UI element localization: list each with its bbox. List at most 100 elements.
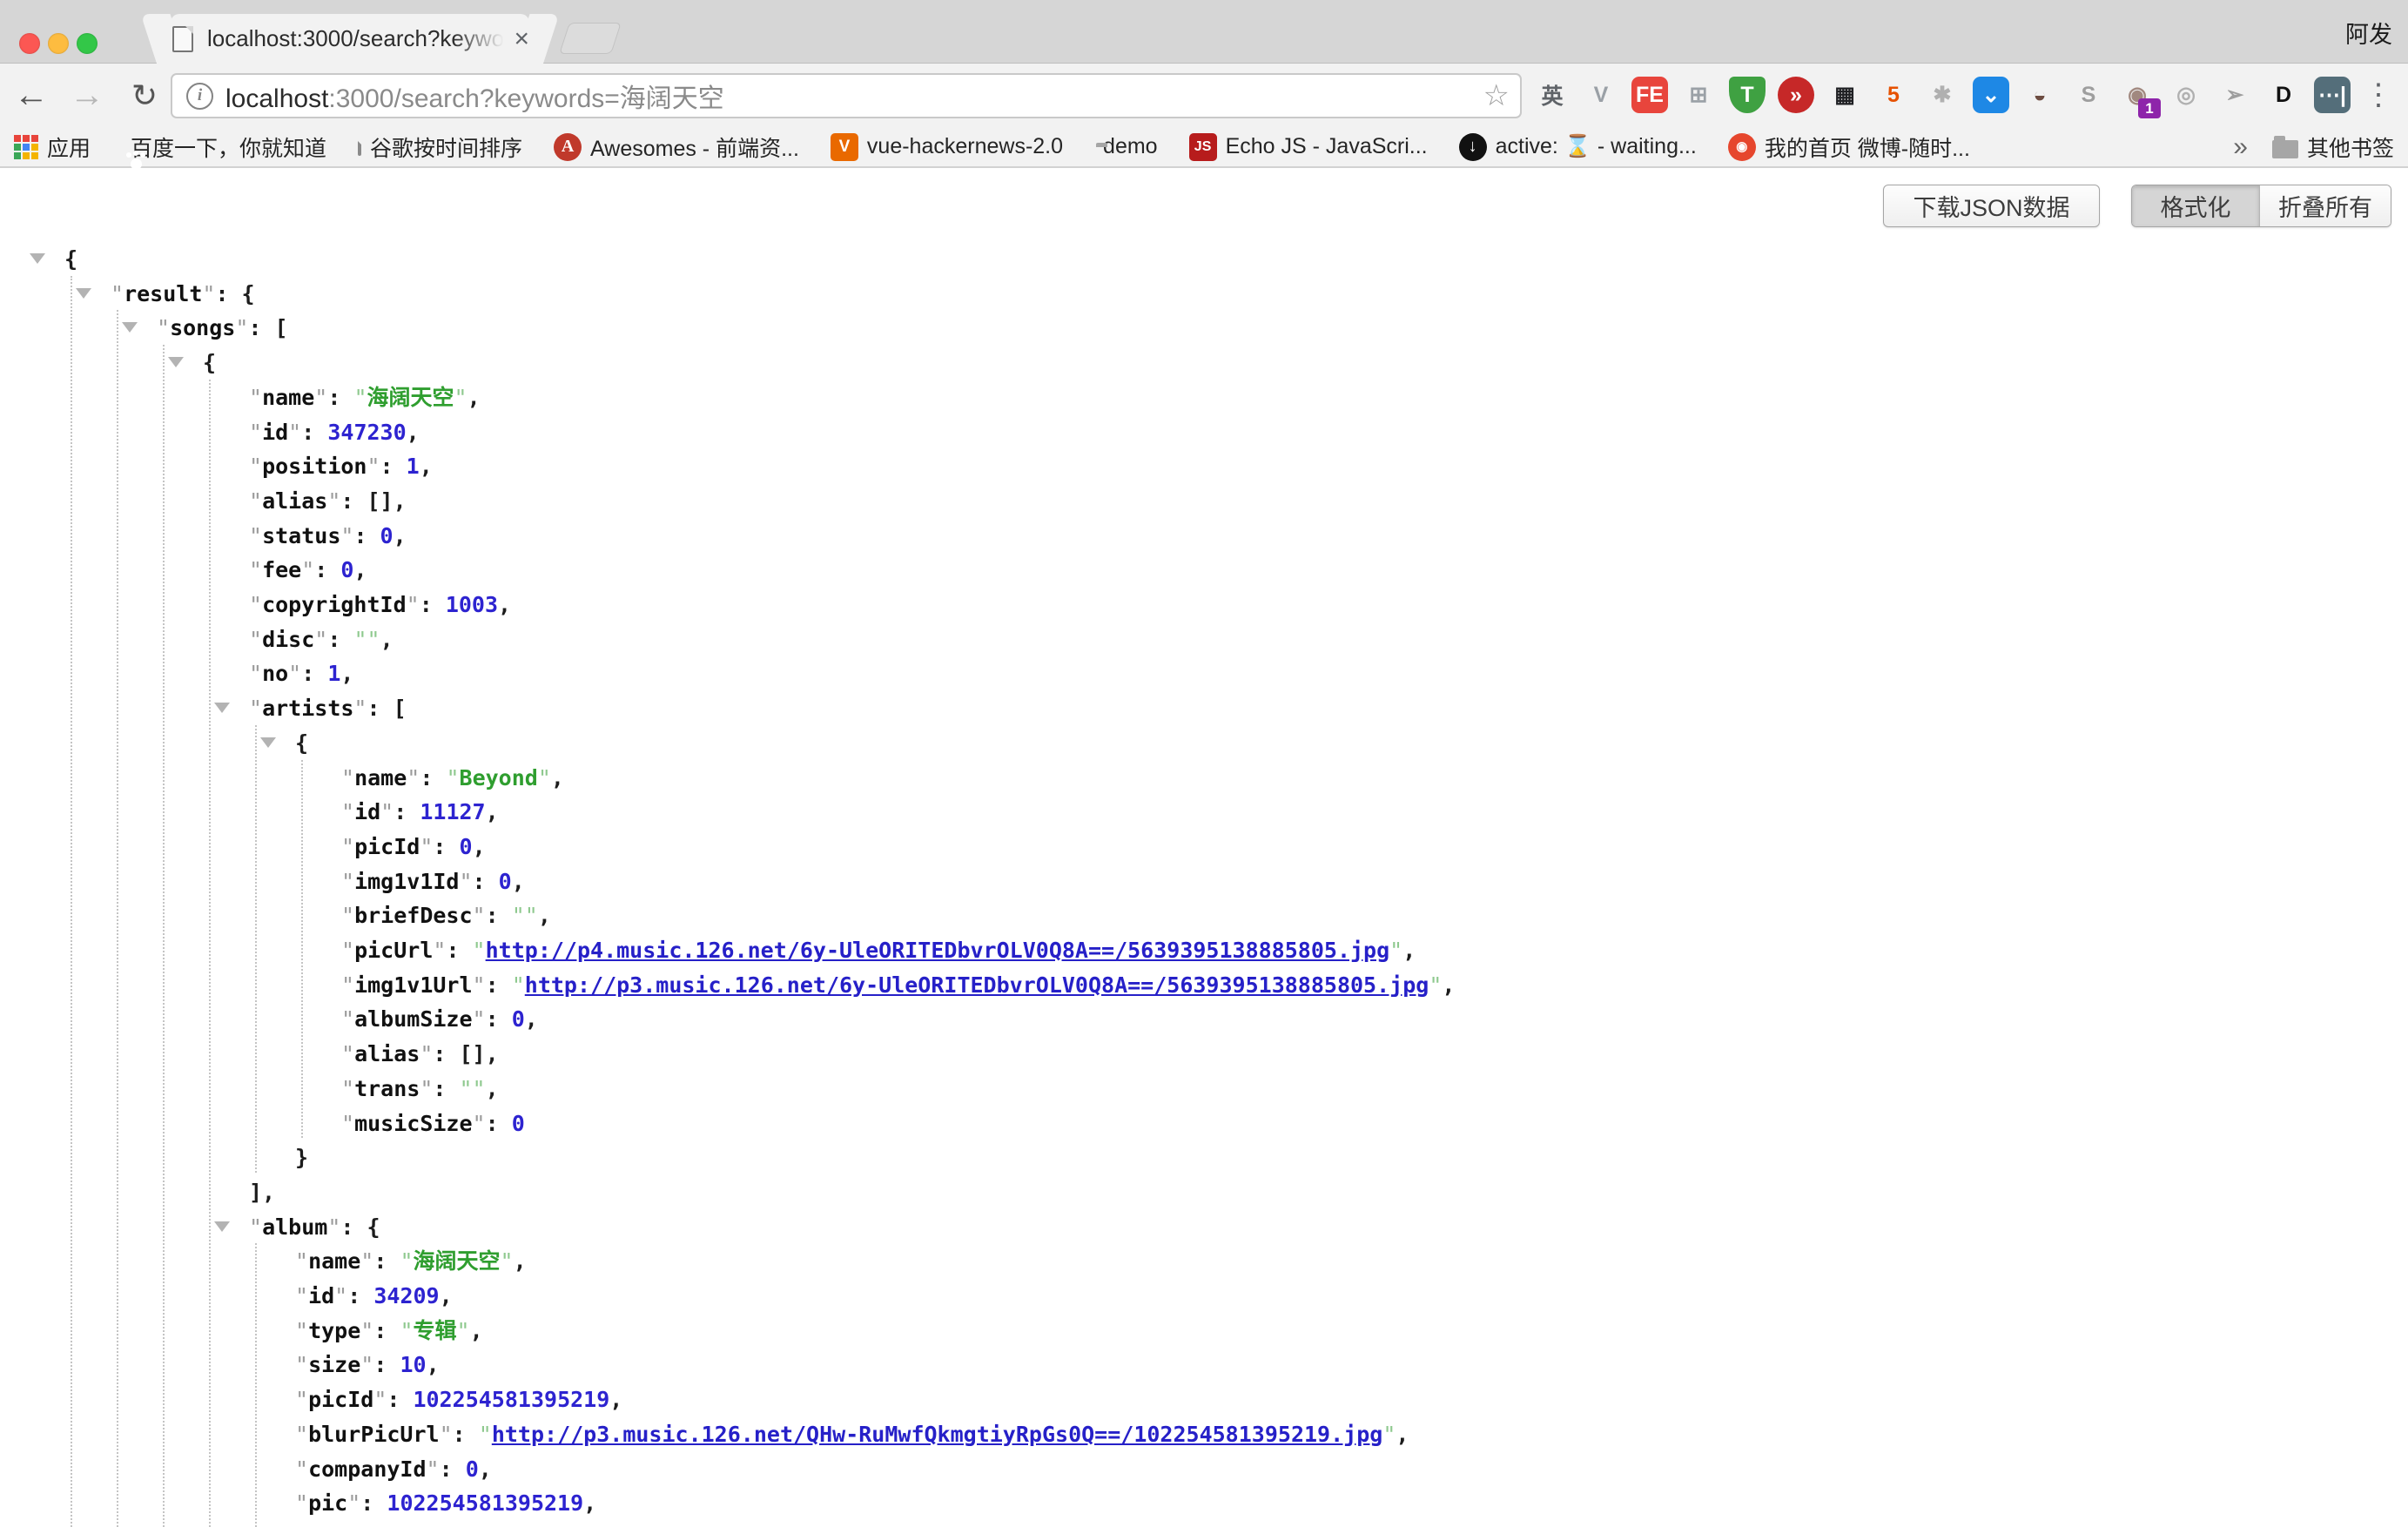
json-line: "album": { (249, 1214, 380, 1241)
json-url-link[interactable]: http://p3.music.126.net/QHw-RuMwfQkmgtiy… (492, 1422, 1383, 1447)
json-number-value: 0 (512, 1111, 525, 1136)
json-token: : (433, 834, 459, 859)
json-token: " (1429, 972, 1442, 998)
json-line: { (203, 350, 216, 376)
json-key: id (308, 1283, 334, 1308)
json-token: " (295, 1318, 308, 1343)
json-token: " (341, 834, 354, 859)
json-key: disc (262, 627, 314, 652)
json-number-value: 0 (340, 557, 353, 582)
json-line: "albumSize": 0, (341, 1006, 538, 1033)
json-line: "type": "专辑", (295, 1318, 483, 1344)
json-key: img1v1Id (354, 869, 459, 894)
json-token: , (407, 420, 420, 445)
json-number-value: 1 (407, 454, 420, 479)
json-number-value: 1003 (446, 592, 498, 617)
json-token: " (341, 799, 354, 824)
json-line: "copyrightId": 1003, (249, 592, 511, 618)
json-key: trans (354, 1076, 420, 1101)
json-token: : (453, 1422, 479, 1447)
json-key: name (308, 1248, 360, 1274)
json-token: " (473, 903, 486, 928)
json-line: "alias": [], (341, 1041, 499, 1067)
json-token: " (400, 1318, 413, 1343)
json-line: "alias": [], (249, 488, 407, 515)
json-token: , (427, 1352, 440, 1377)
json-line: "fee": 0, (249, 557, 367, 583)
json-line: "img1v1Id": 0, (341, 869, 525, 895)
json-key: name (354, 765, 407, 790)
collapse-toggle-icon[interactable] (214, 703, 230, 713)
json-empty-string: "" (353, 627, 380, 652)
json-token: " (1382, 1422, 1396, 1447)
json-token: " (380, 799, 393, 824)
collapse-toggle-icon[interactable] (122, 322, 138, 333)
json-line: } (295, 1145, 308, 1171)
json-token: : (327, 627, 353, 652)
json-token: " (341, 1041, 354, 1066)
json-token: " (420, 1076, 433, 1101)
json-token: , (538, 903, 551, 928)
json-number-value: 102254581395219 (414, 1387, 610, 1412)
json-token: " (249, 488, 262, 514)
json-key: blurPicUrl (308, 1422, 440, 1447)
json-key: picId (308, 1387, 373, 1412)
collapse-toggle-icon[interactable] (260, 737, 276, 748)
json-token: " (157, 315, 170, 340)
json-token: " (295, 1283, 308, 1308)
json-line: "disc": "", (249, 627, 393, 653)
collapse-toggle-icon[interactable] (214, 1221, 230, 1232)
json-token: " (341, 938, 354, 963)
json-token: : (433, 1041, 459, 1066)
collapse-toggle-icon[interactable] (76, 288, 91, 299)
json-token: " (341, 1076, 354, 1101)
json-number-value: 0 (499, 869, 512, 894)
json-token: , (393, 488, 407, 514)
json-token: " (353, 696, 367, 721)
json-token: : (473, 869, 499, 894)
json-line: "songs": [ (157, 315, 288, 341)
json-token: " (420, 1041, 433, 1066)
json-token: " (433, 938, 446, 963)
json-token: " (341, 1111, 354, 1136)
collapse-toggle-icon[interactable] (168, 357, 184, 367)
collapse-toggle-icon[interactable] (30, 253, 45, 264)
json-token: " (341, 869, 354, 894)
json-key: albumSize (354, 1006, 472, 1032)
active-tab[interactable]: localhost:3000/search?keywor × (171, 14, 529, 64)
json-url-link[interactable]: http://p4.music.126.net/6y-UleORITEDbvrO… (486, 938, 1390, 963)
json-token: " (295, 1456, 308, 1482)
json-token: , (525, 1006, 538, 1032)
tab-close-icon[interactable]: × (514, 26, 529, 52)
json-token: " (501, 1248, 514, 1274)
json-line: "name": "海阔天空", (295, 1248, 527, 1275)
json-token: , (583, 1490, 596, 1516)
json-token: " (420, 834, 433, 859)
json-token: " (334, 1283, 347, 1308)
json-token: " (341, 903, 354, 928)
json-token: , (353, 557, 367, 582)
json-token: { (203, 350, 216, 375)
json-token: , (486, 799, 499, 824)
json-line: { (64, 246, 77, 272)
json-token: " (446, 765, 459, 790)
json-number-value: 0 (460, 834, 473, 859)
json-line: "name": "Beyond", (341, 765, 564, 791)
json-line: "artists": [ (249, 696, 407, 722)
json-number-value: 102254581395219 (387, 1490, 583, 1516)
json-token: , (609, 1387, 622, 1412)
json-string-value: 专辑 (414, 1318, 457, 1343)
json-token: " (400, 1248, 413, 1274)
json-token: " (1389, 938, 1402, 963)
json-token: [ (393, 696, 407, 721)
json-token: : (215, 281, 241, 306)
json-token: [ (275, 315, 288, 340)
json-key: id (262, 420, 288, 445)
json-token: : (327, 385, 353, 410)
json-token: " (473, 938, 486, 963)
json-url-link[interactable]: http://p3.music.126.net/6y-UleORITEDbvrO… (525, 972, 1429, 998)
json-key: fee (262, 557, 301, 582)
json-key: img1v1Url (354, 972, 472, 998)
json-token: : (301, 420, 327, 445)
new-tab-button[interactable] (559, 23, 622, 54)
